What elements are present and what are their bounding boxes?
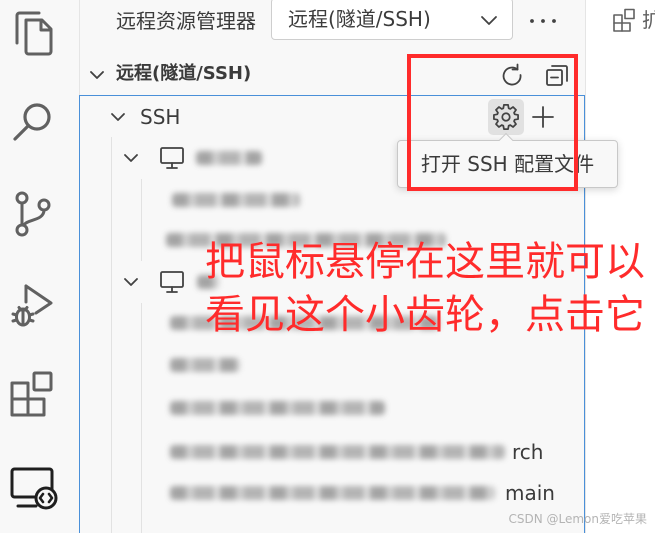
files-icon xyxy=(15,11,53,56)
chevron-down-icon xyxy=(124,154,138,162)
activity-source-control[interactable] xyxy=(9,190,57,238)
chevron-down-icon xyxy=(90,71,104,79)
tree-item-host-child[interactable]: rch xyxy=(80,431,584,473)
chevron-down-icon xyxy=(481,16,497,25)
debug-alt-icon xyxy=(11,284,53,327)
redacted-text xyxy=(170,358,240,372)
ellipsis-icon xyxy=(530,19,556,23)
redacted-text xyxy=(170,486,495,500)
annotation-line-2: 看见这个小齿轮，点击它 xyxy=(205,292,645,338)
redacted-text xyxy=(170,401,385,415)
annotation-highlight-box xyxy=(407,54,578,191)
redacted-text xyxy=(196,151,262,165)
annotation-line-1: 把鼠标悬停在这里就可以 xyxy=(205,239,645,285)
vm-icon xyxy=(160,147,184,169)
ssh-group-label: SSH xyxy=(140,105,181,129)
activity-bar xyxy=(0,0,80,533)
activity-run-and-debug[interactable] xyxy=(9,280,57,328)
host-child-text-fragment: rch xyxy=(512,440,544,464)
remote-explorer-icon xyxy=(10,467,58,510)
extensions-icon xyxy=(10,371,53,417)
remote-type-dropdown[interactable]: 远程(隧道/SSH) xyxy=(271,0,513,40)
activity-extensions[interactable] xyxy=(9,370,57,418)
tree-item-host-child[interactable] xyxy=(80,387,584,429)
redacted-text xyxy=(172,193,300,207)
redacted-text xyxy=(170,445,505,459)
activity-explorer[interactable] xyxy=(9,9,57,57)
editor-tab-label: 扩 xyxy=(642,5,655,35)
chevron-down-icon xyxy=(111,113,125,121)
source-control-icon xyxy=(15,191,51,237)
more-actions-button[interactable] xyxy=(527,7,559,35)
view-title: 远程资源管理器 xyxy=(116,9,256,33)
host-child-text-fragment: main xyxy=(505,481,555,505)
section-title: 远程(隧道/SSH) xyxy=(116,63,252,84)
activity-search[interactable] xyxy=(9,99,57,147)
vm-icon xyxy=(160,271,184,293)
chevron-down-icon xyxy=(124,278,138,286)
search-icon xyxy=(13,103,51,141)
activity-remote-explorer[interactable] xyxy=(9,464,58,512)
tree-item-host-child[interactable]: main xyxy=(80,472,584,514)
extensions-icon xyxy=(613,8,635,32)
tree-item-host-child[interactable] xyxy=(80,344,584,386)
dropdown-selected-value: 远程(隧道/SSH) xyxy=(288,7,431,31)
vscode-window: 远程资源管理器 远程(隧道/SSH) 远程(隧道/SSH) SSH rch ma… xyxy=(0,0,655,533)
watermark: CSDN @Lemon爱吃苹果 xyxy=(508,512,647,526)
